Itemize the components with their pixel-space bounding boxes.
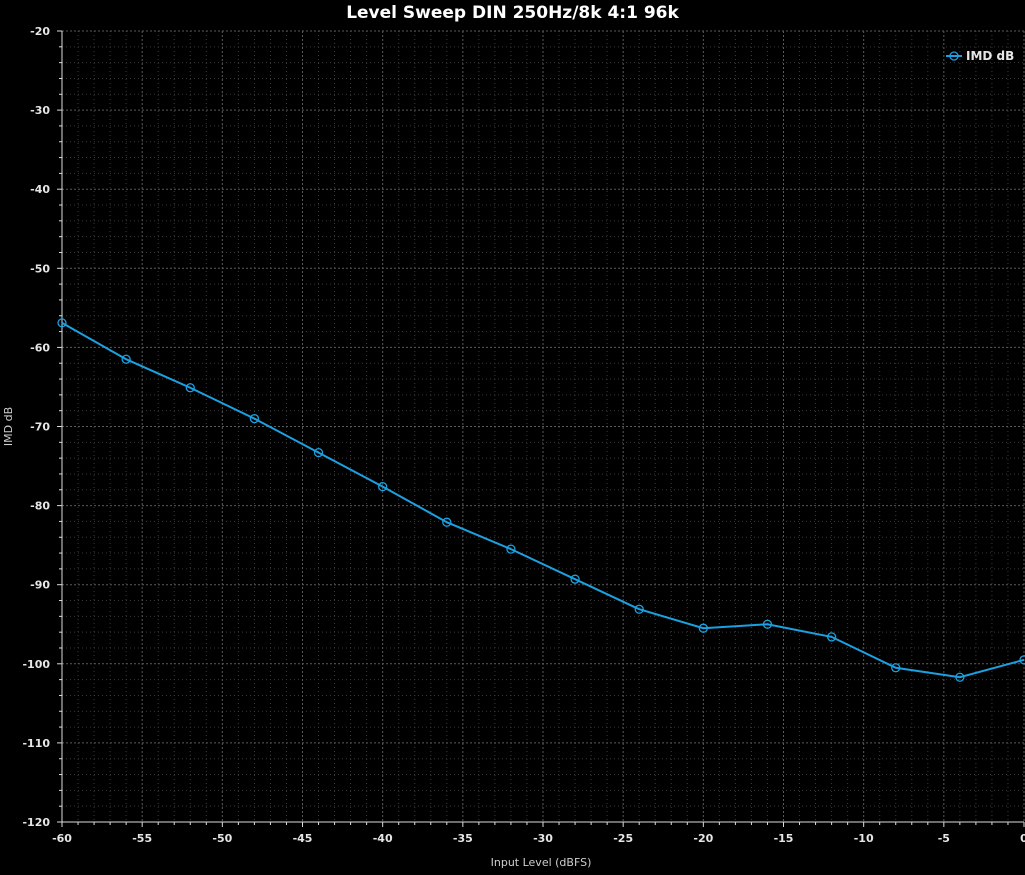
x-tick-label: -5 xyxy=(938,832,950,845)
series-imd xyxy=(57,318,1025,682)
x-tick-label: -60 xyxy=(52,832,72,845)
y-tick-label: -110 xyxy=(22,737,50,750)
x-tick-label: -35 xyxy=(453,832,473,845)
x-axis-label: Input Level (dBFS) xyxy=(491,856,592,869)
tick-marks xyxy=(57,30,1025,827)
x-tick-label: -30 xyxy=(533,832,553,845)
x-tick-label: -50 xyxy=(212,832,232,845)
x-tick-labels: -60 -55 -50 -45 -40 -35 -30 -25 -20 -15 -10 -5 0 xyxy=(52,832,1025,845)
x-tick-label: -10 xyxy=(854,832,874,845)
x-tick-label: -20 xyxy=(693,832,713,845)
y-tick-label: -100 xyxy=(22,658,50,671)
x-tick-label: -45 xyxy=(293,832,313,845)
y-tick-labels: -20 -30 -40 -50 -60 -70 -80 -90 -100 -110 -120 xyxy=(22,25,50,829)
y-axis-label: IMD dB xyxy=(2,407,15,446)
y-tick-label: -40 xyxy=(30,183,50,196)
x-tick-label: -55 xyxy=(132,832,152,845)
y-tick-label: -70 xyxy=(30,421,50,434)
y-tick-label: -60 xyxy=(30,341,50,354)
y-tick-label: -20 xyxy=(30,25,50,38)
y-tick-label: -30 xyxy=(30,104,50,117)
y-tick-label: -80 xyxy=(30,500,50,513)
x-tick-label: -15 xyxy=(774,832,794,845)
y-tick-label: -90 xyxy=(30,579,50,592)
legend-label: IMD dB xyxy=(966,49,1014,63)
legend[interactable]: IMD dB xyxy=(946,49,1014,63)
x-tick-label: -25 xyxy=(613,832,633,845)
chart: -20-30-40-50-60-70-80-90-100-110-120 -60… xyxy=(2,25,1025,869)
y-tick-label: -50 xyxy=(30,262,50,275)
x-tick-label: 0 xyxy=(1020,832,1025,845)
y-tick-label: -120 xyxy=(22,816,50,829)
x-tick-label: -40 xyxy=(373,832,393,845)
